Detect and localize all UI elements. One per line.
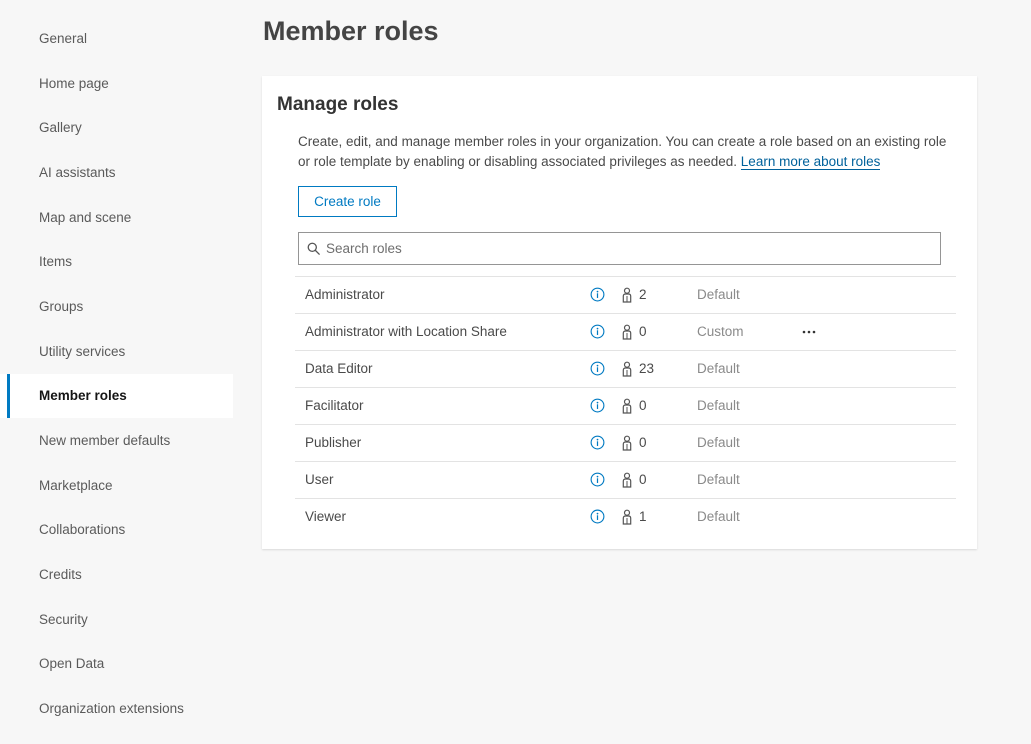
role-type: Default bbox=[697, 472, 740, 487]
sidebar-item-member-roles[interactable]: Member roles bbox=[0, 373, 233, 419]
search-input[interactable] bbox=[326, 241, 906, 256]
sidebar-item-label: Marketplace bbox=[39, 477, 113, 493]
create-role-button[interactable]: Create role bbox=[298, 186, 397, 217]
sidebar-item-collaborations[interactable]: Collaborations bbox=[0, 508, 233, 553]
sidebar-item-label: Organization extensions bbox=[39, 701, 184, 717]
user-icon bbox=[622, 287, 632, 303]
sidebar-item-label: Map and scene bbox=[39, 209, 132, 225]
sidebar-item-home-page[interactable]: Home page bbox=[0, 61, 233, 106]
sidebar-item-utility-services[interactable]: Utility services bbox=[0, 329, 233, 374]
sidebar-item-label: New member defaults bbox=[39, 433, 171, 449]
sidebar-item-label: Security bbox=[39, 611, 88, 627]
user-icon bbox=[622, 324, 632, 340]
card-title: Manage roles bbox=[277, 94, 399, 115]
sidebar-item-label: Credits bbox=[39, 567, 82, 583]
table-row: Facilitator 0 Default bbox=[295, 388, 956, 425]
table-row: Data Editor 23 Default bbox=[295, 351, 956, 388]
info-icon[interactable] bbox=[590, 509, 605, 524]
ellipsis-icon[interactable] bbox=[800, 323, 818, 341]
sidebar-item-security[interactable]: Security bbox=[0, 597, 233, 642]
member-count: 2 bbox=[639, 287, 647, 302]
sidebar-item-map-and-scene[interactable]: Map and scene bbox=[0, 195, 233, 240]
search-field[interactable] bbox=[298, 232, 941, 265]
info-icon[interactable] bbox=[590, 398, 605, 413]
role-name: Viewer bbox=[305, 509, 347, 524]
table-row: Administrator with Location Share 0 Cust… bbox=[295, 314, 956, 351]
settings-sidebar: General Home page Gallery AI assistants … bbox=[0, 16, 233, 731]
member-count: 23 bbox=[639, 361, 655, 376]
sidebar-item-groups[interactable]: Groups bbox=[0, 284, 233, 329]
role-type: Default bbox=[697, 287, 740, 302]
sidebar-item-ai-assistants[interactable]: AI assistants bbox=[0, 150, 233, 195]
sidebar-item-marketplace[interactable]: Marketplace bbox=[0, 463, 233, 508]
role-type: Default bbox=[697, 361, 740, 376]
sidebar-item-label: Items bbox=[39, 254, 73, 270]
sidebar-item-items[interactable]: Items bbox=[0, 239, 233, 284]
role-name: User bbox=[305, 472, 334, 487]
manage-roles-card: Manage roles Create, edit, and manage me… bbox=[262, 76, 977, 549]
role-name: Data Editor bbox=[305, 361, 373, 376]
role-name: Administrator bbox=[305, 287, 385, 302]
role-name: Publisher bbox=[305, 435, 362, 450]
role-type: Default bbox=[697, 398, 740, 413]
info-icon[interactable] bbox=[590, 324, 605, 339]
member-count: 1 bbox=[639, 509, 647, 524]
sidebar-item-label: General bbox=[39, 30, 88, 46]
sidebar-item-credits[interactable]: Credits bbox=[0, 552, 233, 597]
member-count: 0 bbox=[639, 472, 647, 487]
table-row: Viewer 1 Default bbox=[295, 499, 956, 536]
role-name: Administrator with Location Share bbox=[305, 324, 507, 339]
user-icon bbox=[622, 435, 632, 451]
page-title: Member roles bbox=[263, 16, 439, 46]
card-description: Create, edit, and manage member roles in… bbox=[298, 132, 948, 172]
sidebar-item-label: Open Data bbox=[39, 656, 105, 672]
user-icon bbox=[622, 361, 632, 377]
table-row: Administrator 2 Default bbox=[295, 277, 956, 314]
info-icon[interactable] bbox=[590, 472, 605, 487]
sidebar-item-label: Utility services bbox=[39, 343, 126, 359]
role-type: Default bbox=[697, 435, 740, 450]
member-count: 0 bbox=[639, 398, 647, 413]
sidebar-item-gallery[interactable]: Gallery bbox=[0, 105, 233, 150]
sidebar-item-general[interactable]: General bbox=[0, 16, 233, 61]
sidebar-item-label: Member roles bbox=[39, 388, 127, 404]
table-row: User 0 Default bbox=[295, 462, 956, 499]
sidebar-item-open-data[interactable]: Open Data bbox=[0, 642, 233, 687]
role-name: Facilitator bbox=[305, 398, 364, 413]
sidebar-item-organization-extensions[interactable]: Organization extensions bbox=[0, 686, 233, 731]
info-icon[interactable] bbox=[590, 435, 605, 450]
learn-more-link[interactable]: Learn more about roles bbox=[740, 154, 881, 170]
roles-table: Administrator 2 Default Administrator wi… bbox=[295, 276, 956, 536]
info-icon[interactable] bbox=[590, 361, 605, 376]
sidebar-item-label: Home page bbox=[39, 75, 109, 91]
member-count: 0 bbox=[639, 324, 647, 339]
table-row: Publisher 0 Default bbox=[295, 425, 956, 462]
user-icon bbox=[622, 509, 632, 525]
sidebar-item-new-member-defaults[interactable]: New member defaults bbox=[0, 418, 233, 463]
user-icon bbox=[622, 472, 632, 488]
sidebar-item-label: Groups bbox=[39, 298, 84, 314]
sidebar-item-label: Gallery bbox=[39, 120, 82, 136]
role-type: Default bbox=[697, 509, 740, 524]
search-icon bbox=[307, 242, 320, 255]
user-icon bbox=[622, 398, 632, 414]
role-type: Custom bbox=[697, 324, 744, 339]
sidebar-item-label: AI assistants bbox=[39, 164, 116, 180]
member-count: 0 bbox=[639, 435, 647, 450]
sidebar-item-label: Collaborations bbox=[39, 522, 126, 538]
info-icon[interactable] bbox=[590, 287, 605, 302]
